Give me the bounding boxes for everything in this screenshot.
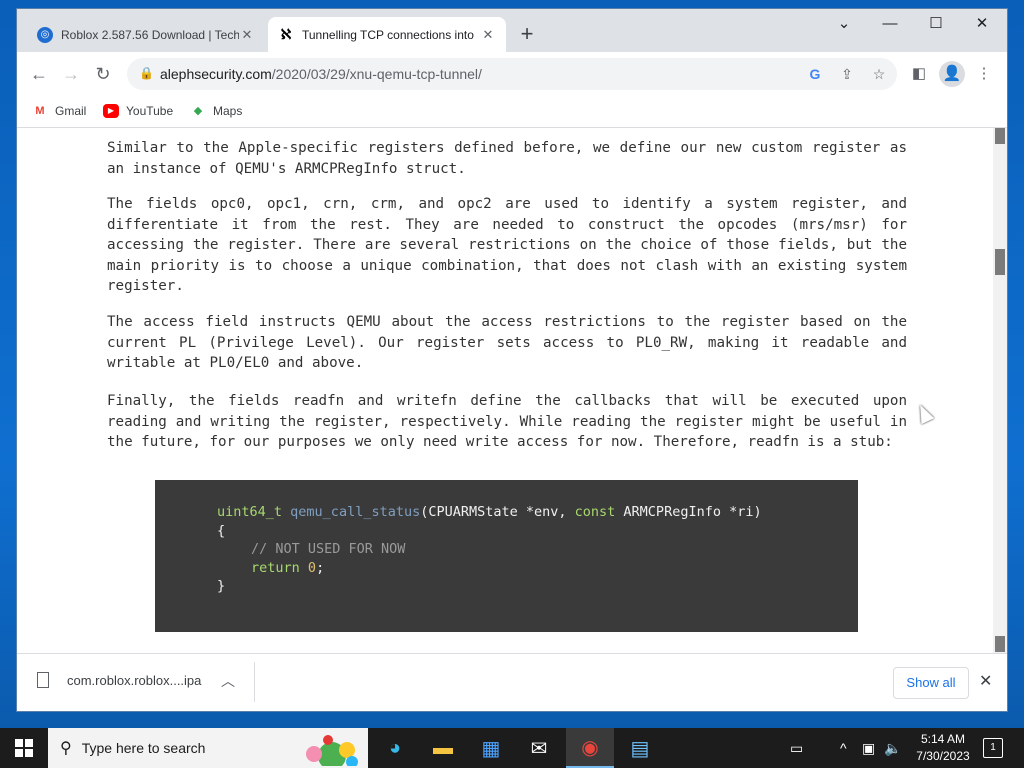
reload-icon[interactable]: ↻: [89, 60, 117, 88]
aleph-favicon-icon: ℵ: [280, 26, 292, 42]
minimize-button[interactable]: —: [867, 9, 913, 41]
code-line-2: {: [217, 523, 226, 539]
tab-close-icon[interactable]: ✕: [239, 27, 255, 43]
code-args: (CPUARMState *env,: [420, 504, 575, 520]
mail-icon[interactable]: ✉: [515, 728, 563, 768]
close-shelf-icon[interactable]: ✕: [979, 671, 992, 691]
code-block: uint64_t qemu_call_status(CPUARMState *e…: [155, 480, 858, 632]
bookmark-maps[interactable]: ◆ Maps: [190, 104, 243, 118]
bookmark-youtube[interactable]: ▶ YouTube: [103, 104, 173, 118]
chrome-icon[interactable]: ◉: [566, 728, 614, 768]
code-line-5: }: [217, 578, 226, 594]
code-type: uint64_t: [217, 504, 283, 520]
paragraph-1: Similar to the Apple-specific registers …: [107, 140, 907, 177]
bookmark-star-icon[interactable]: ☆: [869, 64, 889, 84]
store-icon[interactable]: ▦: [467, 728, 515, 768]
divider: [254, 662, 255, 702]
tab-search-chevron-icon[interactable]: ⌄: [821, 9, 867, 41]
network-icon[interactable]: ▣: [862, 728, 875, 768]
paragraph-3: The access field instructs QEMU about th…: [107, 314, 907, 371]
maximize-button[interactable]: ☐: [913, 9, 959, 41]
scroll-thumb[interactable]: [995, 249, 1005, 275]
code-args: ARMCPRegInfo *ri): [615, 504, 762, 520]
address-bar[interactable]: 🔒 alephsecurity.com/2020/03/29/xnu-qemu-…: [127, 58, 897, 90]
code-const: const: [574, 504, 616, 520]
volume-muted-icon[interactable]: 🔈: [884, 728, 901, 768]
forward-arrow-icon[interactable]: →: [57, 60, 85, 88]
url-path: /2020/03/29/xnu-qemu-tcp-tunnel/: [271, 66, 482, 82]
code-line-4: return 0;: [251, 560, 324, 576]
url-domain: alephsecurity.com: [160, 66, 272, 82]
code-line-1: uint64_t qemu_call_status(CPUARMState *e…: [217, 504, 762, 520]
taskbar: ⚲ Type here to search ◕ ▬ ▦ ✉ ◉ ▤ ▭ ^ ▣ …: [0, 728, 1024, 768]
close-window-button[interactable]: ✕: [959, 9, 1005, 41]
chevron-up-icon[interactable]: ︿: [221, 671, 235, 691]
tab-title: Tunnelling TCP connections into: [302, 27, 474, 42]
roblox-favicon-icon: ◎: [37, 26, 53, 43]
bookmark-label: Maps: [213, 104, 243, 118]
paragraph-4: Finally, the fields readfn and writefn d…: [107, 393, 907, 450]
app-box-icon[interactable]: ▤: [616, 728, 664, 768]
side-panel-icon[interactable]: ◧: [906, 61, 932, 87]
scroll-up-arrow[interactable]: [995, 128, 1005, 144]
taskbar-search[interactable]: ⚲ Type here to search: [48, 728, 368, 768]
new-tab-button[interactable]: +: [515, 23, 539, 47]
tab-title: Roblox 2.587.56 Download | Tech: [61, 27, 239, 42]
bookmark-label: Gmail: [55, 104, 87, 118]
lock-icon[interactable]: 🔒: [139, 66, 154, 80]
start-button[interactable]: [0, 728, 48, 768]
search-highlight-art-icon: [306, 735, 358, 766]
code-semicolon: ;: [316, 560, 325, 576]
show-all-button[interactable]: Show all: [893, 667, 969, 699]
bookmark-gmail[interactable]: M Gmail: [32, 104, 86, 118]
code-number: 0: [307, 560, 317, 576]
tab-roblox[interactable]: ◎ Roblox 2.587.56 Download | Tech ✕: [27, 17, 265, 52]
clock[interactable]: 5:14 AM 7/30/2023: [908, 731, 978, 765]
edge-icon[interactable]: ◕: [371, 728, 419, 768]
clock-date: 7/30/2023: [916, 749, 970, 763]
youtube-icon: ▶: [103, 104, 119, 118]
bookmarks-bar: M Gmail ▶ YouTube ◆ Maps: [17, 97, 1007, 128]
bookmark-label: YouTube: [126, 104, 174, 118]
code-function-name: qemu_call_status: [290, 504, 421, 520]
notification-center-icon[interactable]: 1: [983, 738, 1003, 758]
back-arrow-icon[interactable]: ←: [25, 60, 53, 88]
download-file-name: com.roblox.roblox....ipa: [67, 672, 202, 688]
profile-avatar-icon[interactable]: 👤: [939, 61, 965, 87]
browser-window: ◎ Roblox 2.587.56 Download | Tech ✕ ℵ Tu…: [17, 9, 1007, 711]
page-scrollbar[interactable]: [993, 128, 1007, 653]
google-lens-icon[interactable]: G: [805, 64, 825, 84]
paragraph-2: The fields opc0, opc1, crn, crm, and opc…: [107, 196, 907, 294]
code-return: return: [251, 560, 300, 576]
tab-aleph[interactable]: ℵ Tunnelling TCP connections into ✕: [268, 17, 506, 52]
tray-chevron-icon[interactable]: ^: [840, 728, 847, 768]
browser-toolbar: ← → ↻ 🔒 alephsecurity.com/2020/03/29/xnu…: [17, 52, 1007, 97]
url-text: alephsecurity.com/2020/03/29/xnu-qemu-tc…: [160, 66, 482, 82]
windows-logo-icon: [15, 739, 33, 757]
search-placeholder: Type here to search: [81, 740, 206, 756]
tab-strip: ◎ Roblox 2.587.56 Download | Tech ✕ ℵ Tu…: [17, 9, 1007, 52]
search-icon: ⚲: [60, 740, 72, 757]
download-item[interactable]: com.roblox.roblox....ipa: [37, 672, 201, 688]
tab-close-icon[interactable]: ✕: [480, 27, 496, 43]
code-comment: // NOT USED FOR NOW: [251, 541, 406, 557]
gmail-icon: M: [35, 105, 45, 117]
clock-time: 5:14 AM: [920, 732, 966, 746]
download-shelf: com.roblox.roblox....ipa ︿ Show all ✕: [17, 653, 1007, 711]
news-widget-icon[interactable]: ▭: [790, 728, 803, 768]
file-icon: [37, 672, 49, 688]
menu-kebab-icon[interactable]: ⋮: [971, 61, 997, 87]
file-explorer-icon[interactable]: ▬: [419, 728, 467, 768]
page-content: Similar to the Apple-specific registers …: [17, 128, 993, 653]
share-icon[interactable]: ⇪: [837, 64, 857, 84]
scroll-down-arrow[interactable]: [995, 636, 1005, 652]
maps-icon: ◆: [193, 105, 203, 117]
